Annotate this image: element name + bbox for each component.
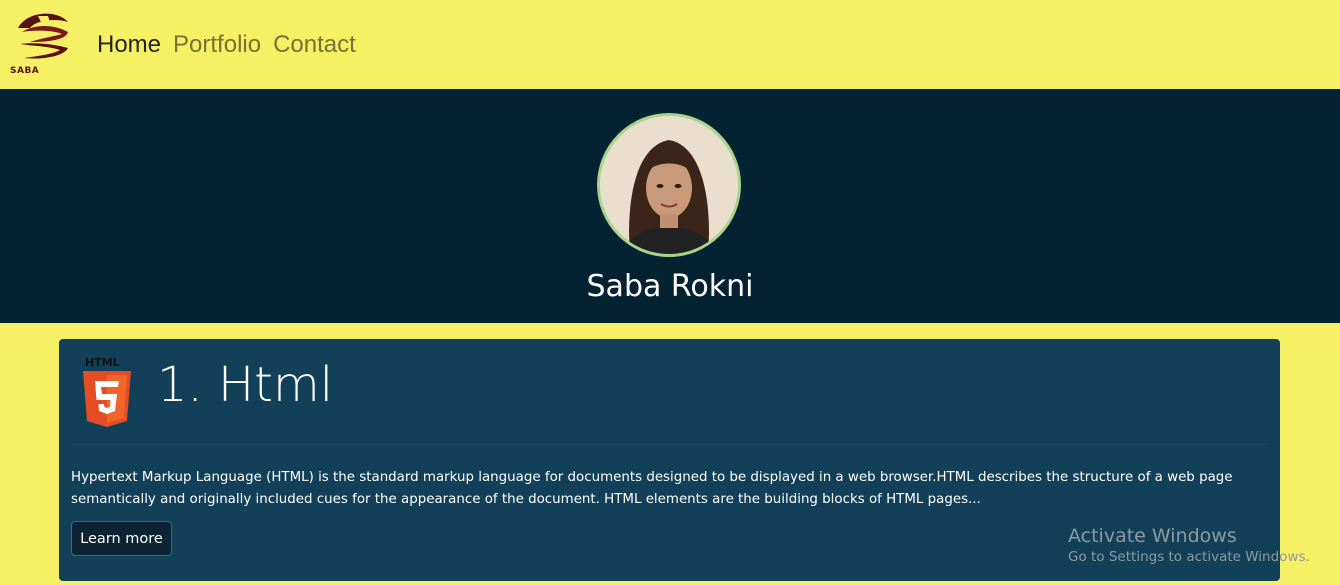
svg-text:HTML: HTML [85, 356, 120, 369]
profile-photo-icon [600, 116, 738, 254]
html5-icon: HTML [83, 356, 131, 427]
nav-links: Home Portfolio Contact [97, 31, 356, 59]
avatar [597, 113, 741, 257]
nav-contact-link[interactable]: Contact [273, 31, 356, 59]
nav-portfolio-link[interactable]: Portfolio [173, 31, 261, 59]
navbar: SABA Home Portfolio Contact [0, 0, 1340, 89]
card-description: Hypertext Markup Language (HTML) is the … [71, 470, 1233, 507]
hero-name: Saba Rokni [586, 269, 754, 304]
logo-text: SABA [10, 66, 40, 76]
watermark-title: Activate Windows [1068, 525, 1237, 547]
learn-more-button[interactable]: Learn more [71, 521, 172, 556]
hero-section: Saba Rokni [0, 89, 1340, 323]
card-title: 1. Html [157, 357, 334, 413]
watermark-subtitle: Go to Settings to activate Windows. [1068, 549, 1310, 565]
nav-home-link[interactable]: Home [97, 31, 161, 59]
card-divider [71, 444, 1268, 445]
activate-windows-watermark: Activate Windows Go to Settings to activ… [1068, 525, 1310, 565]
